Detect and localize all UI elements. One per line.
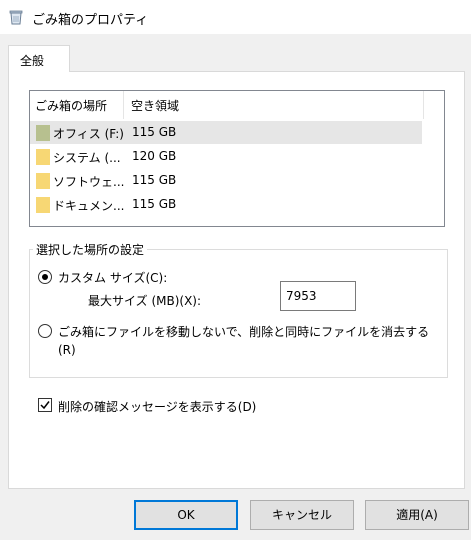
ok-button[interactable]: OK	[134, 500, 238, 530]
delete-immediately-label-shortcut[interactable]: (R)	[58, 343, 76, 357]
apply-button[interactable]: 適用(A)	[365, 500, 469, 530]
free-space-value: 120 GB	[132, 149, 177, 163]
column-divider[interactable]	[123, 91, 124, 119]
location-list[interactable]: ごみ箱の場所 空き領域 オフィス (F:) 115 GB システム (... 1…	[29, 90, 445, 227]
list-header: ごみ箱の場所 空き領域	[30, 91, 444, 119]
group-label: 選択した場所の設定	[33, 241, 148, 258]
confirm-delete-checkbox[interactable]	[38, 398, 52, 412]
list-item[interactable]: ドキュメン... 115 GB	[30, 193, 422, 216]
free-space-value: 115 GB	[132, 197, 177, 211]
window-title: ごみ箱のプロパティ	[32, 13, 149, 28]
column-header-location[interactable]: ごみ箱の場所	[35, 97, 107, 114]
free-space-value: 115 GB	[132, 125, 177, 139]
list-item[interactable]: オフィス (F:) 115 GB	[30, 121, 422, 144]
folder-icon	[36, 173, 50, 189]
custom-size-radio[interactable]	[38, 270, 52, 284]
list-item[interactable]: システム (... 120 GB	[30, 145, 422, 168]
delete-immediately-label[interactable]: ごみ箱にファイルを移動しないで、削除と同時にファイルを消去する	[58, 323, 429, 340]
drive-folder-icon	[36, 125, 50, 141]
title-bar: ごみ箱のプロパティ	[0, 0, 471, 34]
tab-general-label: 全般	[20, 54, 45, 68]
location-name: ドキュメン...	[53, 199, 125, 213]
column-header-free-space[interactable]: 空き領域	[131, 97, 179, 114]
cancel-button[interactable]: キャンセル	[250, 500, 354, 530]
folder-icon	[36, 197, 50, 213]
location-name: オフィス (F:)	[53, 127, 124, 141]
max-size-label: 最大サイズ (MB)(X):	[88, 294, 202, 308]
checkmark-icon	[40, 401, 50, 410]
recycle-bin-icon	[9, 10, 23, 25]
location-name: システム (...	[53, 151, 121, 165]
custom-size-label[interactable]: カスタム サイズ(C):	[58, 269, 167, 286]
delete-immediately-radio[interactable]	[38, 324, 52, 338]
tab-general[interactable]: 全般	[8, 45, 70, 72]
column-divider[interactable]	[423, 91, 424, 119]
folder-icon	[36, 149, 50, 165]
max-size-input[interactable]	[280, 281, 356, 311]
location-name: ソフトウェ...	[53, 175, 125, 189]
free-space-value: 115 GB	[132, 173, 177, 187]
list-item[interactable]: ソフトウェ... 115 GB	[30, 169, 422, 192]
confirm-delete-label[interactable]: 削除の確認メッセージを表示する(D)	[58, 398, 256, 415]
